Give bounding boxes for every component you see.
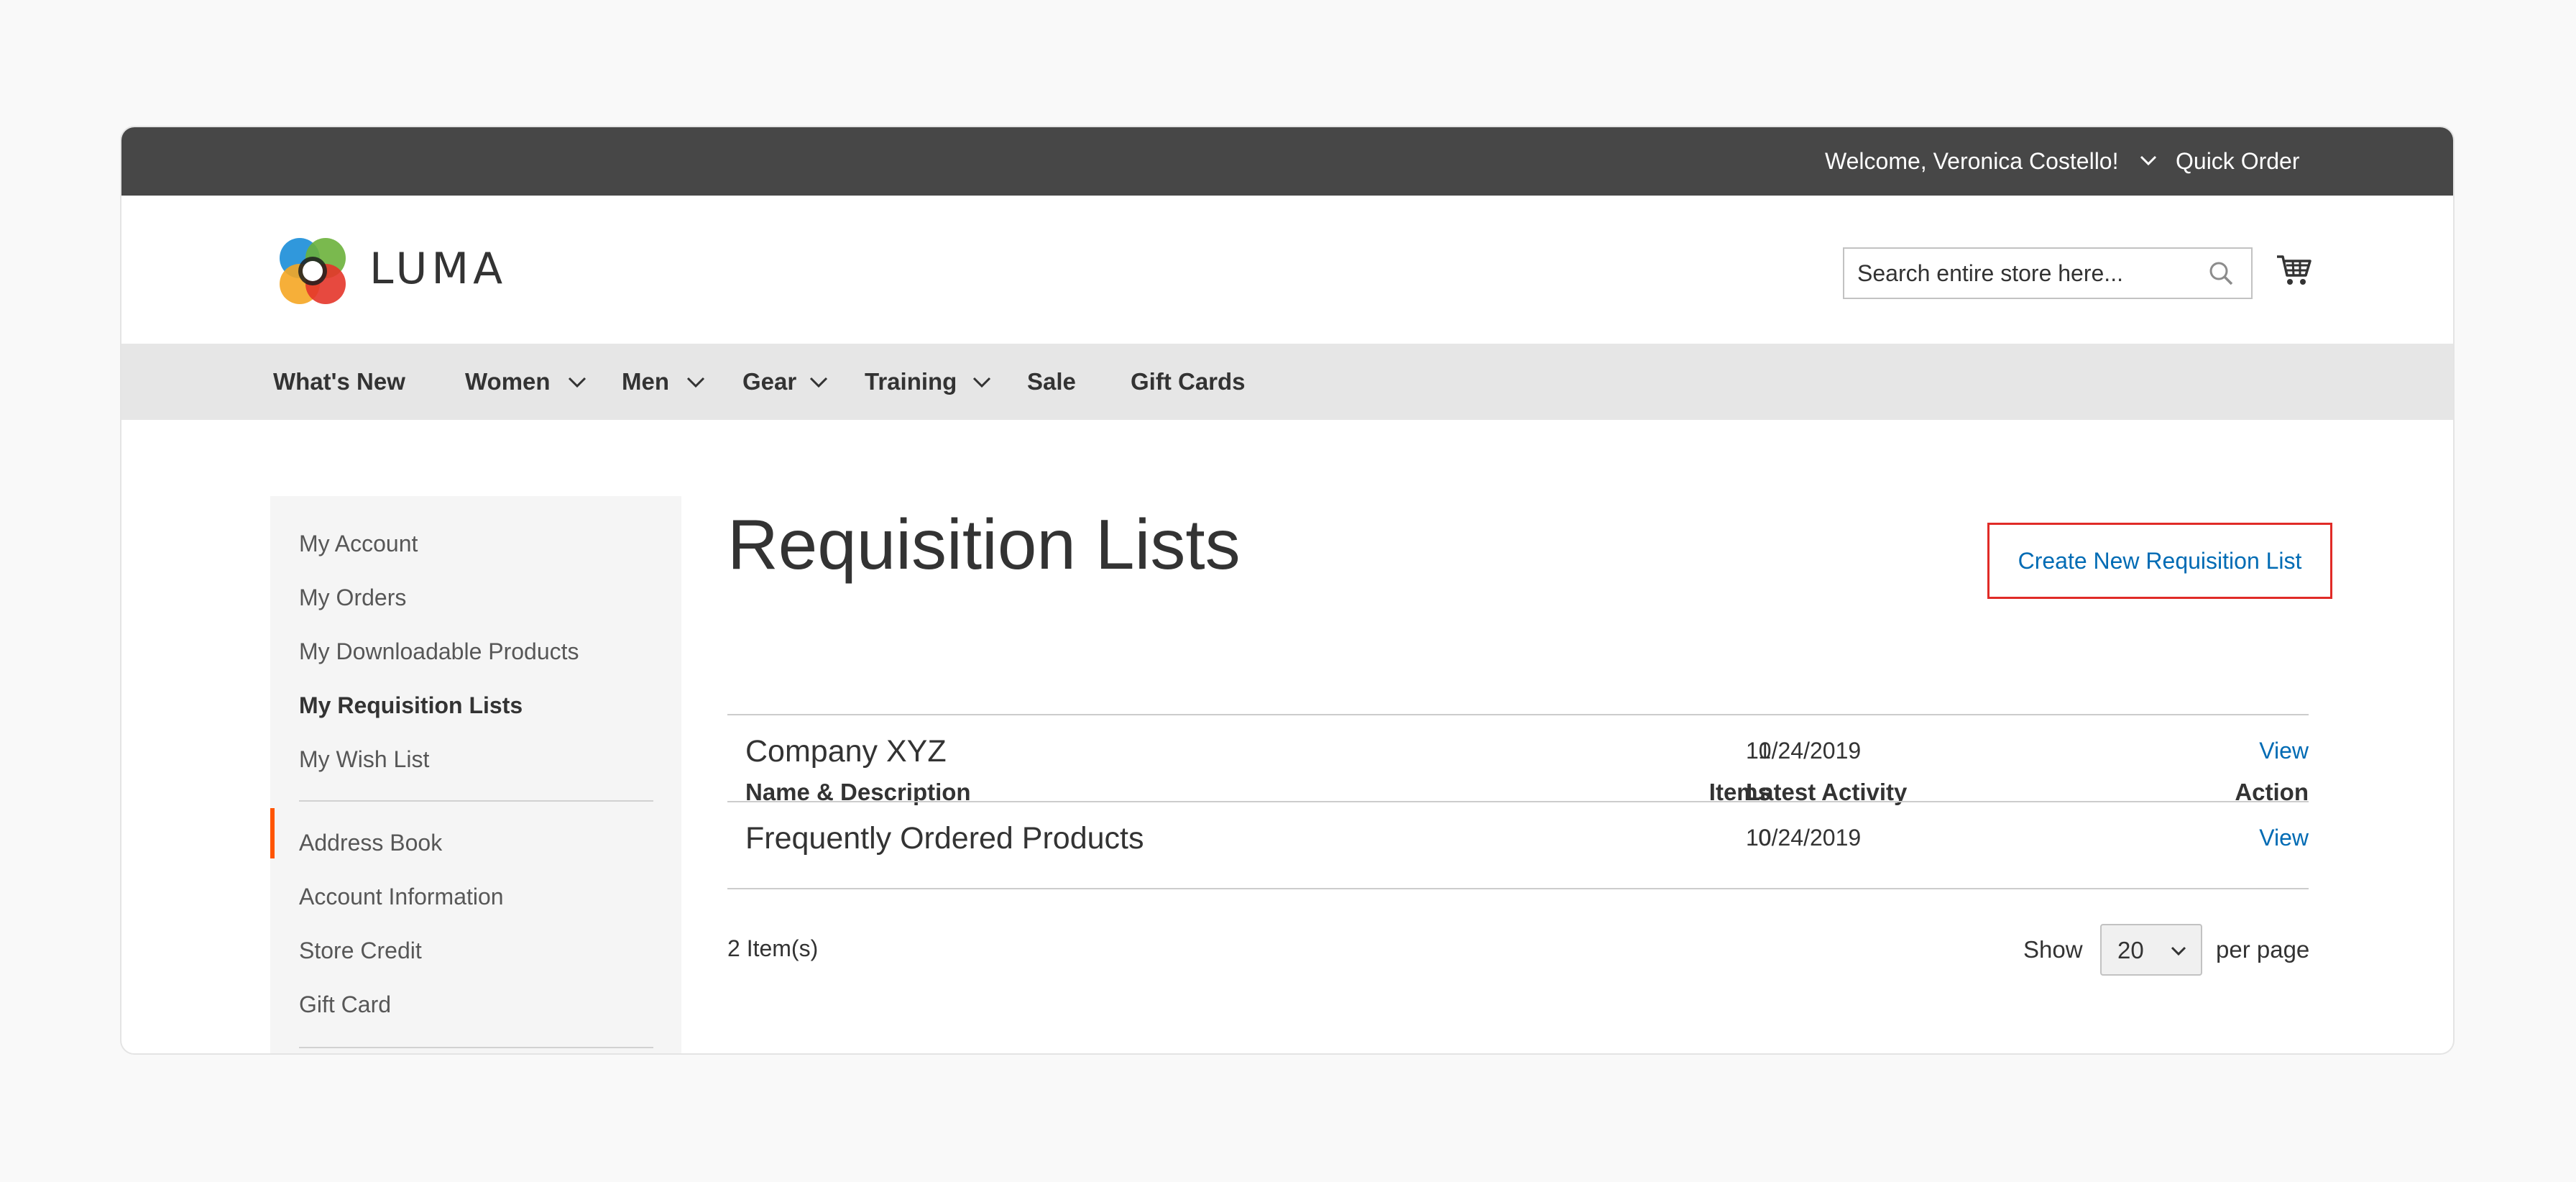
account-sidebar: My Account My Orders My Downloadable Pro… (270, 496, 681, 1053)
welcome-message[interactable]: Welcome, Veronica Costello! (1825, 145, 2118, 178)
item-count: 2 Item(s) (727, 935, 819, 961)
per-page-value: 20 (2117, 937, 2144, 963)
sidebar-divider (299, 800, 653, 802)
quick-order-link[interactable]: Quick Order (2176, 145, 2299, 178)
nav-item-gear[interactable]: Gear (742, 344, 796, 420)
luma-logo-icon[interactable] (274, 232, 351, 310)
sidebar-item-store-credit[interactable]: Store Credit (299, 935, 422, 966)
nav-item-gift-cards[interactable]: Gift Cards (1131, 344, 1246, 420)
sidebar-item-requisition-lists[interactable]: My Requisition Lists (299, 690, 523, 721)
column-header-action: Action (2235, 779, 2309, 805)
chevron-down-icon[interactable] (565, 370, 589, 394)
table-divider (727, 714, 2309, 715)
page-title: Requisition Lists (727, 505, 1241, 584)
chevron-down-icon[interactable] (684, 370, 708, 394)
sidebar-divider (299, 1047, 653, 1048)
cart-icon[interactable] (2274, 249, 2314, 290)
column-header-name: Name & Description (745, 779, 971, 805)
chevron-down-icon (2171, 946, 2186, 956)
search-box (1843, 247, 2253, 299)
chevron-down-icon[interactable] (2134, 146, 2163, 175)
nav-item-training[interactable]: Training (865, 344, 957, 420)
sidebar-item-wish-list[interactable]: My Wish List (299, 743, 429, 775)
search-icon[interactable] (2207, 259, 2235, 288)
sidebar-item-my-account[interactable]: My Account (299, 528, 418, 559)
sidebar-item-address-book[interactable]: Address Book (299, 827, 442, 858)
view-link[interactable]: View (2222, 733, 2309, 769)
column-header-latest-activity: Latest Activity (1746, 779, 1908, 805)
show-label: Show (2023, 936, 2083, 963)
chevron-down-icon[interactable] (970, 370, 994, 394)
view-link[interactable]: View (2222, 820, 2309, 856)
sidebar-item-account-information[interactable]: Account Information (299, 881, 504, 912)
table-divider (727, 801, 2309, 802)
requisition-list-latest-activity: 10/24/2019 (1746, 825, 1862, 851)
create-requisition-list-button[interactable]: Create New Requisition List (1987, 523, 2332, 599)
requisition-list-latest-activity: 10/24/2019 (1746, 738, 1862, 764)
nav-item-women[interactable]: Women (465, 344, 551, 420)
browser-window: Welcome, Veronica Costello! Quick Order … (120, 126, 2455, 1055)
sidebar-item-gift-card[interactable]: Gift Card (299, 989, 391, 1020)
requisition-list-name: Company XYZ (745, 734, 947, 769)
nav-item-sale[interactable]: Sale (1027, 344, 1076, 420)
main-navigation: What's New Women Men Gear Training Sale … (121, 344, 2453, 420)
table-divider (727, 888, 2309, 889)
nav-item-men[interactable]: Men (622, 344, 669, 420)
requisition-list-name: Frequently Ordered Products (745, 821, 1144, 856)
sidebar-item-downloadable-products[interactable]: My Downloadable Products (299, 636, 579, 667)
sidebar-item-my-orders[interactable]: My Orders (299, 582, 406, 613)
search-input[interactable] (1844, 249, 2215, 298)
per-page-select[interactable]: 20 (2100, 924, 2202, 976)
logo-text[interactable]: LUMA (369, 237, 507, 301)
nav-item-whats-new[interactable]: What's New (273, 344, 405, 420)
top-bar: Welcome, Veronica Costello! Quick Order (121, 127, 2453, 196)
per-page-label: per page (2216, 936, 2310, 963)
chevron-down-icon[interactable] (806, 370, 831, 394)
sidebar-active-marker (270, 808, 275, 858)
